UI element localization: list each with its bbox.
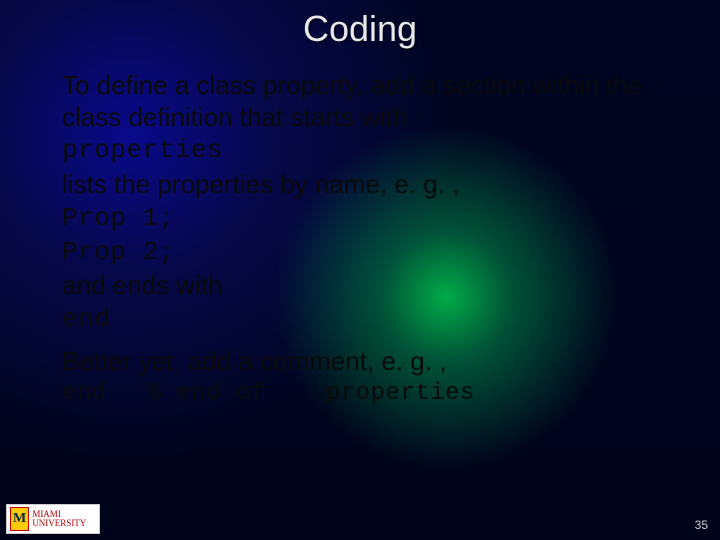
code-prop2: Prop 2; bbox=[62, 237, 660, 269]
page-number: 35 bbox=[695, 518, 708, 532]
last-comment: % end of bbox=[147, 380, 266, 407]
last-end: end bbox=[62, 380, 107, 407]
body-line-1: To define a class property, add a sectio… bbox=[62, 70, 660, 133]
last-keyword: properties bbox=[326, 380, 475, 407]
body-line-2: lists the properties by name, e. g. , bbox=[62, 169, 660, 201]
code-end-comment: end % end of properties bbox=[62, 379, 660, 408]
keyword-end: end bbox=[62, 304, 660, 336]
slide-title: Coding bbox=[0, 8, 720, 50]
university-logo: M MIAMI UNIVERSITY bbox=[6, 504, 100, 534]
body-line-4: Better yet, add a comment, e. g. , bbox=[62, 346, 660, 378]
body-line-3: and ends with bbox=[62, 270, 660, 302]
logo-letter: M bbox=[10, 507, 29, 531]
keyword-properties: properties bbox=[62, 135, 660, 167]
slide: Coding To define a class property, add a… bbox=[0, 0, 720, 540]
logo-text: MIAMI UNIVERSITY bbox=[32, 510, 99, 528]
code-prop1: Prop 1; bbox=[62, 203, 660, 235]
slide-body: To define a class property, add a sectio… bbox=[62, 70, 660, 411]
